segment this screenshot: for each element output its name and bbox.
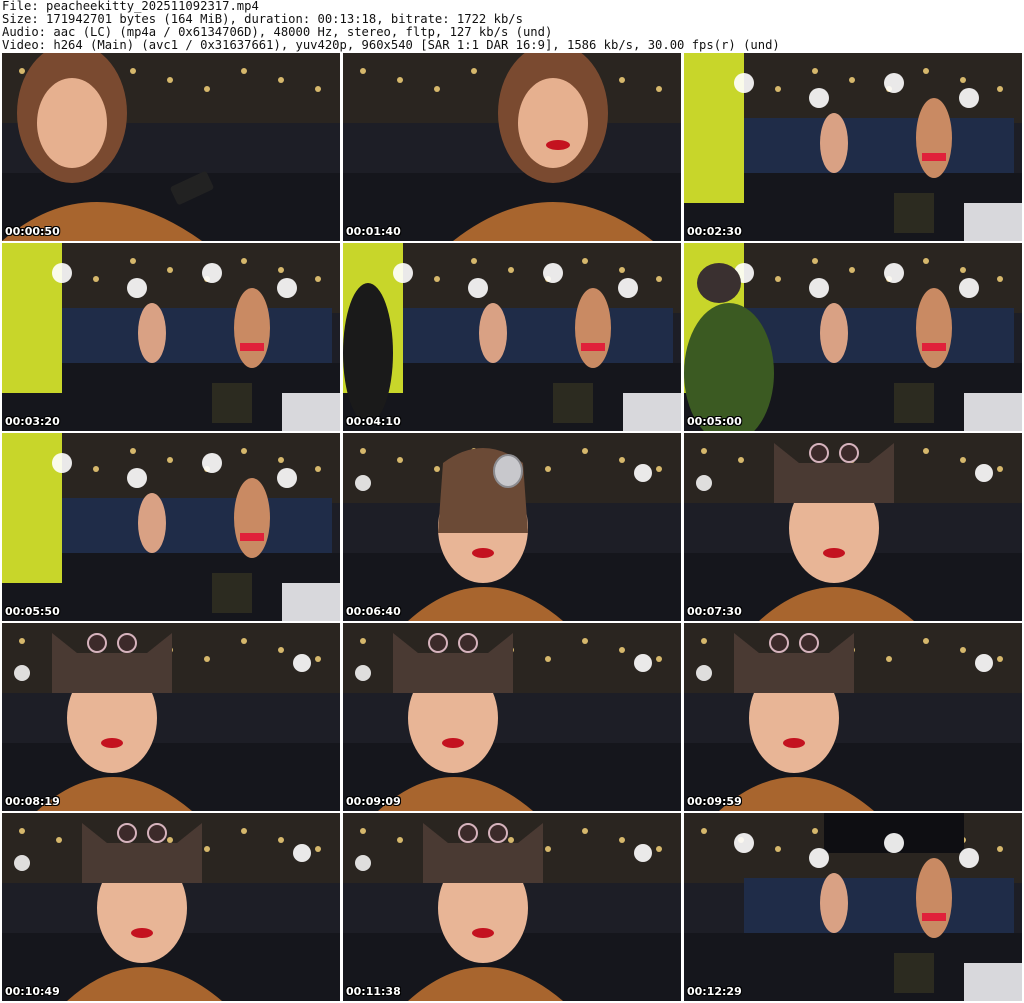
thumbnail-timestamp: 00:09:09 — [346, 795, 401, 808]
thumbnail-timestamp: 00:04:10 — [346, 415, 401, 428]
thumbnail-timestamp: 00:02:30 — [687, 225, 742, 238]
thumbnail-frame — [2, 623, 340, 811]
video-thumbnail: 00:03:20 — [2, 243, 340, 431]
thumbnail-frame — [684, 623, 1022, 811]
video-thumbnail: 00:05:00 — [684, 243, 1022, 431]
video-thumbnail: 00:12:29 — [684, 813, 1022, 1001]
thumbnail-timestamp: 00:06:40 — [346, 605, 401, 618]
thumbnail-timestamp: 00:10:49 — [5, 985, 60, 998]
file-info-header: File: peacheekitty_202511092317.mp4 Size… — [2, 0, 1022, 52]
thumbnail-grid: 00:00:50 00:01:40 00:02:30 00:03:20 00:04:10… — [2, 53, 1022, 1003]
thumbnail-timestamp: 00:03:20 — [5, 415, 60, 428]
video-thumbnail: 00:02:30 — [684, 53, 1022, 241]
thumbnail-timestamp: 00:07:30 — [687, 605, 742, 618]
video-thumbnail: 00:08:19 — [2, 623, 340, 811]
thumbnail-timestamp: 00:12:29 — [687, 985, 742, 998]
thumbnail-frame — [343, 813, 681, 1001]
thumbnail-timestamp: 00:08:19 — [5, 795, 60, 808]
thumbnail-timestamp: 00:01:40 — [346, 225, 401, 238]
thumbnail-frame — [684, 433, 1022, 621]
video-thumbnail: 00:06:40 — [343, 433, 681, 621]
thumbnail-frame — [684, 53, 1022, 241]
thumbnail-timestamp: 00:00:50 — [5, 225, 60, 238]
video-thumbnail: 00:01:40 — [343, 53, 681, 241]
video-thumbnail: 00:09:59 — [684, 623, 1022, 811]
thumbnail-frame — [2, 53, 340, 241]
thumbnail-timestamp: 00:05:50 — [5, 605, 60, 618]
video-thumbnail: 00:00:50 — [2, 53, 340, 241]
thumbnail-timestamp: 00:11:38 — [346, 985, 401, 998]
video-info-line: Video: h264 (Main) (avc1 / 0x31637661), … — [2, 39, 780, 52]
thumbnail-frame — [343, 433, 681, 621]
thumbnail-frame — [2, 243, 340, 431]
thumbnail-frame — [2, 813, 340, 1001]
thumbnail-timestamp: 00:09:59 — [687, 795, 742, 808]
video-thumbnail: 00:05:50 — [2, 433, 340, 621]
video-thumbnail: 00:10:49 — [2, 813, 340, 1001]
video-thumbnail: 00:11:38 — [343, 813, 681, 1001]
thumbnail-frame — [343, 243, 681, 431]
file-name-line: File: peacheekitty_202511092317.mp4 — [2, 0, 259, 13]
video-thumbnail: 00:07:30 — [684, 433, 1022, 621]
thumbnail-frame — [684, 813, 1022, 1001]
thumbnail-frame — [343, 53, 681, 241]
thumbnail-frame — [343, 623, 681, 811]
thumbnail-frame — [684, 243, 1022, 431]
thumbnail-frame — [2, 433, 340, 621]
file-size-line: Size: 171942701 bytes (164 MiB), duratio… — [2, 13, 523, 26]
audio-info-line: Audio: aac (LC) (mp4a / 0x6134706D), 480… — [2, 26, 553, 39]
thumbnail-timestamp: 00:05:00 — [687, 415, 742, 428]
video-thumbnail: 00:04:10 — [343, 243, 681, 431]
video-thumbnail: 00:09:09 — [343, 623, 681, 811]
